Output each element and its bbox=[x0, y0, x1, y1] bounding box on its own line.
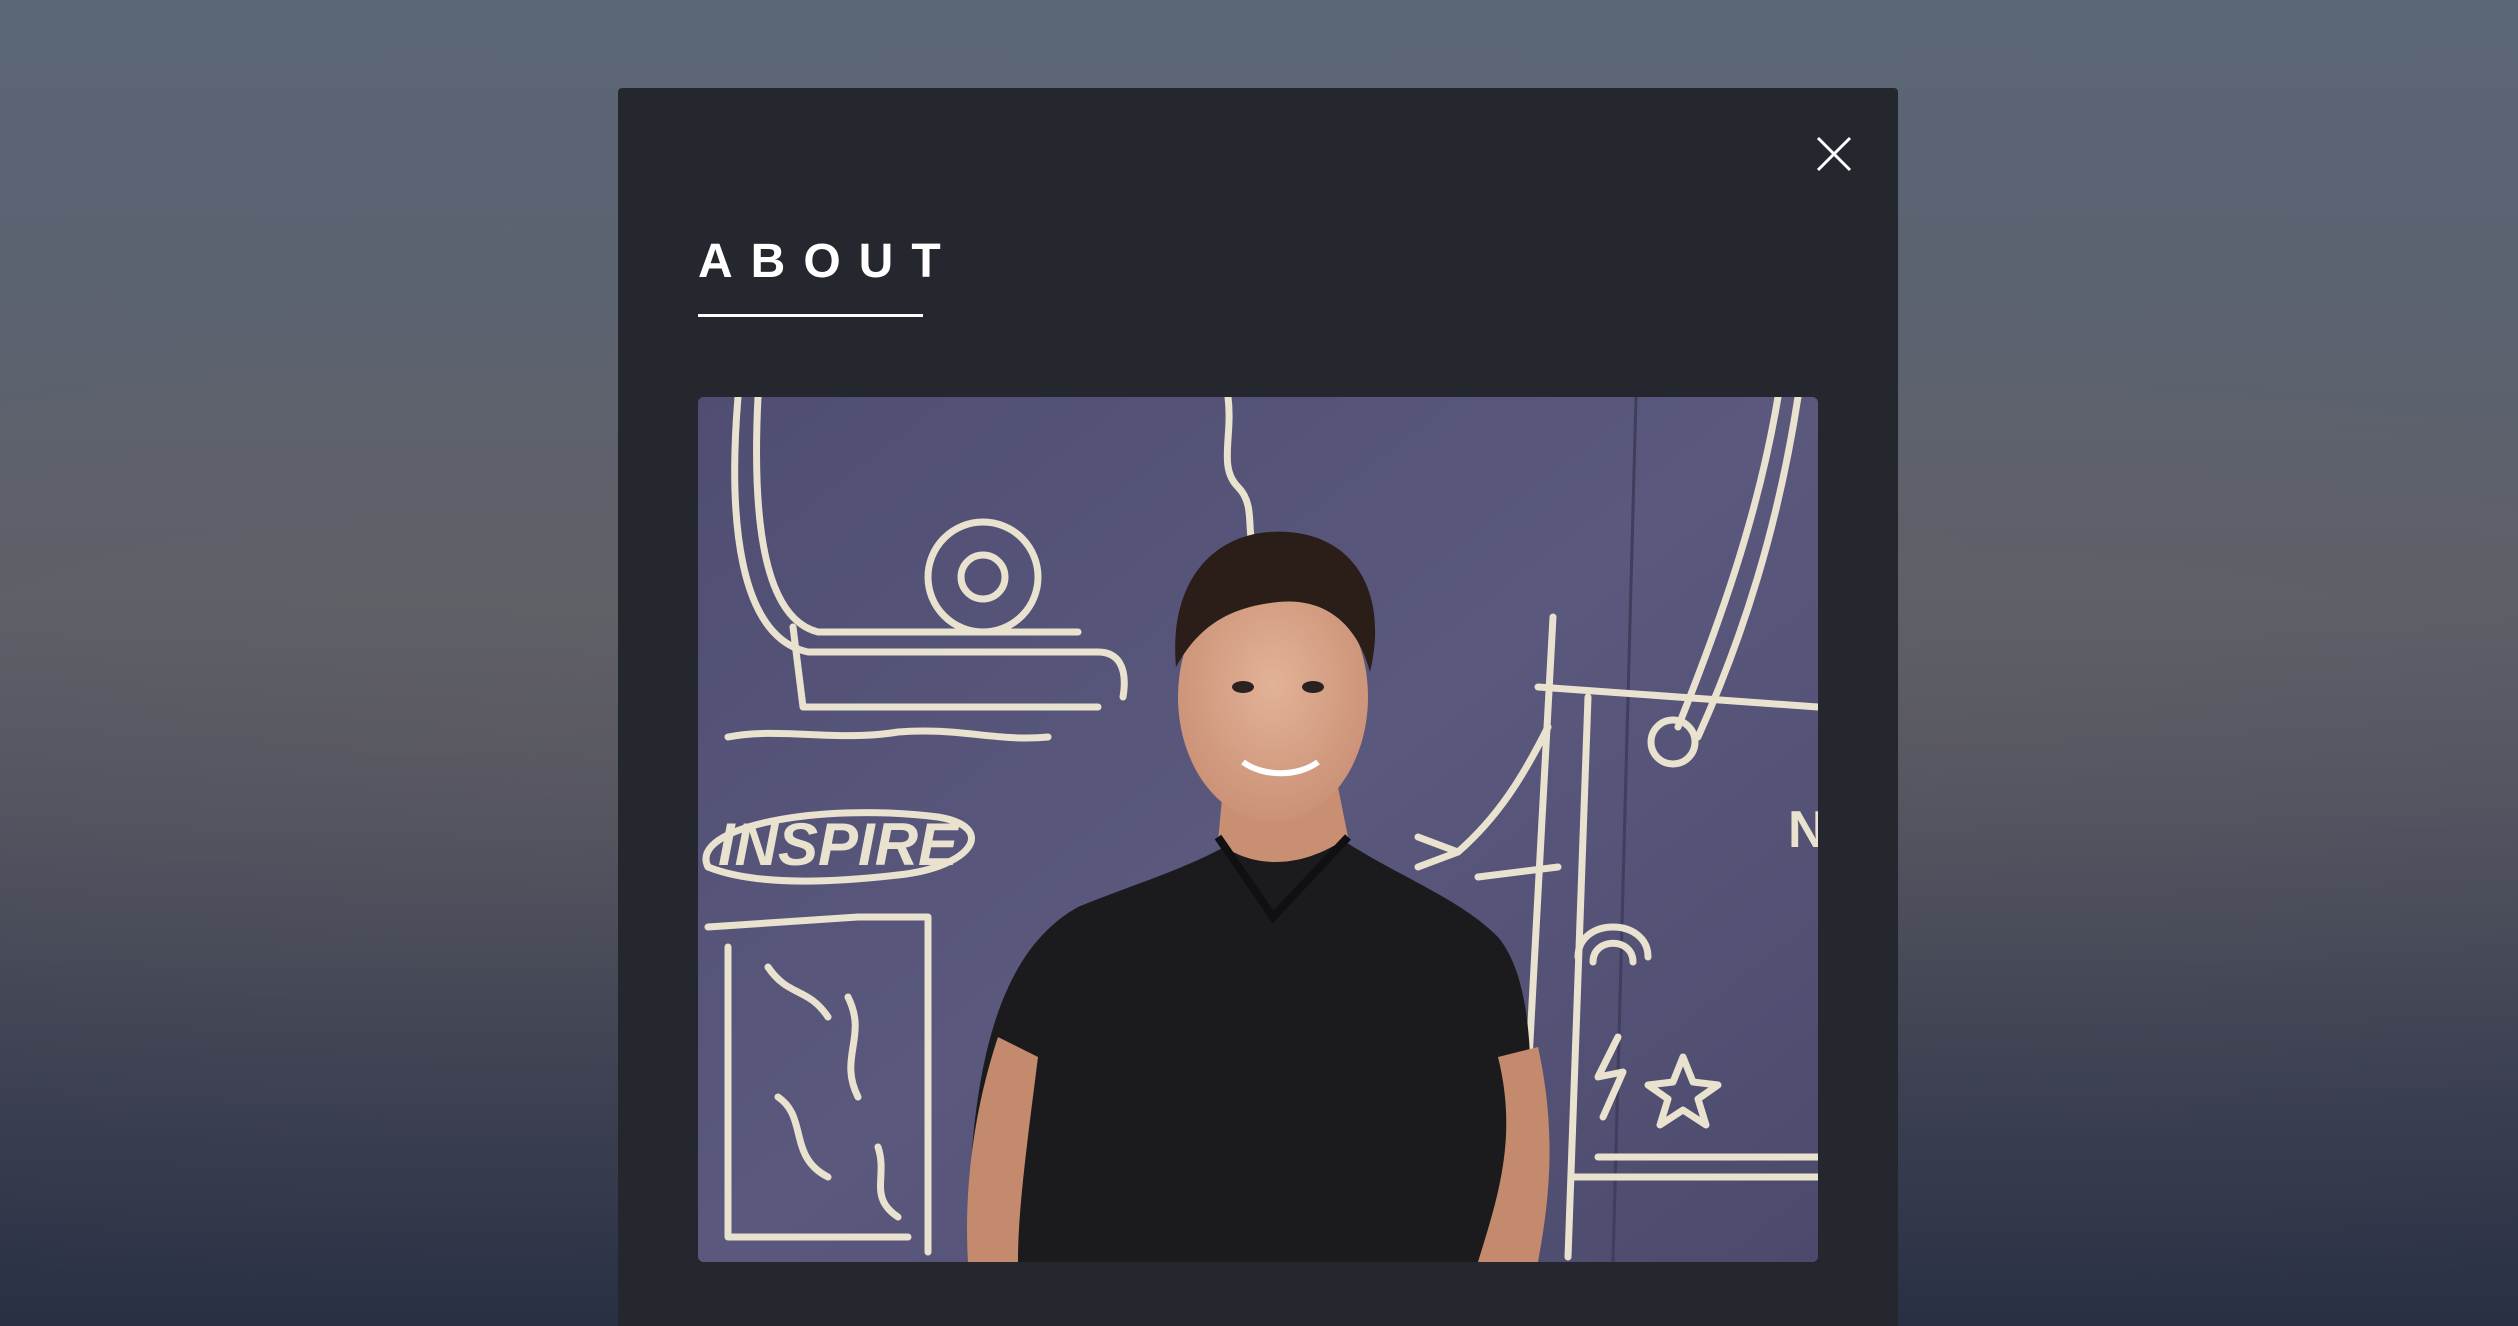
title-underline bbox=[698, 314, 923, 317]
svg-text:N: N bbox=[1788, 801, 1818, 859]
profile-photo: INSPIRE N bbox=[698, 397, 1818, 1262]
mural-portrait-image: INSPIRE N bbox=[698, 397, 1818, 1262]
close-button[interactable] bbox=[1808, 128, 1860, 180]
mural-inspire-text: INSPIRE bbox=[718, 811, 960, 878]
modal-title: ABOUT bbox=[698, 235, 959, 288]
about-modal: ABOUT INSPIRE N bbox=[618, 88, 1898, 1326]
close-icon bbox=[1816, 136, 1852, 172]
